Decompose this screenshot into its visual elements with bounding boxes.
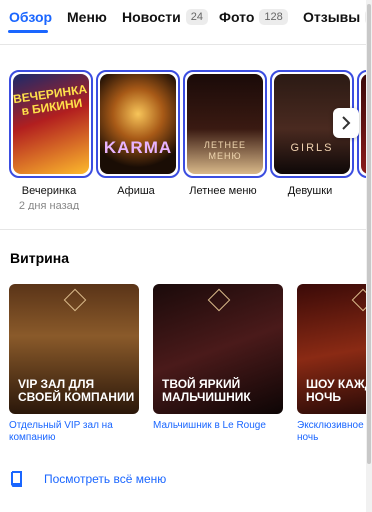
story-art-text: GIRLS xyxy=(290,142,334,154)
tab-label: Фото xyxy=(219,9,255,25)
story-summer-menu[interactable]: ЛЕТНЕЕ МЕНЮ Летнее меню xyxy=(183,70,267,197)
story-image: KARMA xyxy=(100,74,176,174)
showcase-card[interactable]: твой яркий мальчишник Мальчишник в Le Ro… xyxy=(153,284,283,432)
scrollbar[interactable] xyxy=(366,0,372,512)
tab-reviews[interactable]: Отзывы 14 xyxy=(303,8,372,26)
scrollbar-thumb[interactable] xyxy=(367,4,371,464)
count-badge: 128 xyxy=(259,9,288,25)
showcase-card[interactable]: VIP зал для своей компании Отдельный VIP… xyxy=(9,284,139,444)
active-tab-indicator xyxy=(8,30,48,33)
tab-label: Отзывы xyxy=(303,9,361,25)
card-caption[interactable]: Мальчишник в Le Rouge xyxy=(153,420,283,432)
chevron-right-icon xyxy=(342,116,351,130)
card-overlay-text: шоу каждую ночь xyxy=(306,377,366,404)
stories-carousel: ВЕЧЕРИНКА в БИКИНИ Вечеринка 2 дня назад… xyxy=(0,70,366,210)
tab-label: Меню xyxy=(67,9,107,25)
carousel-next-button[interactable] xyxy=(333,108,359,138)
brand-logo-icon xyxy=(351,288,366,312)
story-ring: ЛЕТНЕЕ МЕНЮ xyxy=(183,70,267,178)
tab-bar: Обзор Меню Новости 24 Фото 128 Отзывы 14 xyxy=(0,0,372,45)
tab-photos[interactable]: Фото 128 xyxy=(219,8,288,26)
card-caption[interactable]: Отдельный VIP зал на компанию xyxy=(9,420,139,444)
menu-book-icon xyxy=(11,471,22,487)
section-divider xyxy=(0,229,366,230)
card-image: VIP зал для своей компании xyxy=(9,284,139,414)
story-image: ЛЕТНЕЕ МЕНЮ xyxy=(187,74,263,174)
story-label: Летнее меню xyxy=(189,185,257,197)
tab-overview[interactable]: Обзор xyxy=(9,8,52,26)
brand-logo-icon xyxy=(207,288,231,312)
view-full-menu-label: Посмотреть всё меню xyxy=(44,472,167,486)
card-image: твой яркий мальчишник xyxy=(153,284,283,414)
card-overlay-text: твой яркий мальчишник xyxy=(162,377,251,404)
count-badge: 24 xyxy=(185,9,208,25)
card-overlay-text: VIP зал для своей компании xyxy=(18,377,135,404)
showcase-carousel: VIP зал для своей компании Отдельный VIP… xyxy=(0,284,366,454)
tab-label: Обзор xyxy=(9,9,53,25)
card-image: шоу каждую ночь xyxy=(297,284,366,414)
story-party[interactable]: ВЕЧЕРИНКА в БИКИНИ Вечеринка 2 дня назад xyxy=(9,70,93,210)
story-ring: KARMA xyxy=(96,70,180,178)
view-full-menu-link[interactable]: Посмотреть всё меню xyxy=(10,471,166,487)
story-art-text: ВЕЧЕРИНКА в БИКИНИ xyxy=(13,81,88,119)
story-art-text: KARMA xyxy=(103,138,173,157)
tab-menu[interactable]: Меню xyxy=(67,8,107,26)
story-image: ВЕЧЕРИНКА в БИКИНИ xyxy=(13,74,89,174)
story-time: 2 дня назад xyxy=(18,200,80,210)
story-label: Вечеринка xyxy=(21,185,77,197)
card-caption[interactable]: Эксклюзивное шоу каждую ночь xyxy=(297,420,366,444)
showcase-card[interactable]: шоу каждую ночь Эксклюзивное шоу каждую … xyxy=(297,284,366,444)
story-art-text: ЛЕТНЕЕ МЕНЮ xyxy=(204,140,246,161)
story-label: Девушки xyxy=(287,185,333,197)
brand-logo-icon xyxy=(63,288,87,312)
story-label: Афиша xyxy=(117,185,155,197)
tab-label: Новости xyxy=(122,9,181,25)
story-poster[interactable]: KARMA Афиша xyxy=(96,70,180,197)
story-ring: ВЕЧЕРИНКА в БИКИНИ xyxy=(9,70,93,178)
showcase-title: Витрина xyxy=(10,250,69,266)
tab-news[interactable]: Новости 24 xyxy=(122,8,208,26)
